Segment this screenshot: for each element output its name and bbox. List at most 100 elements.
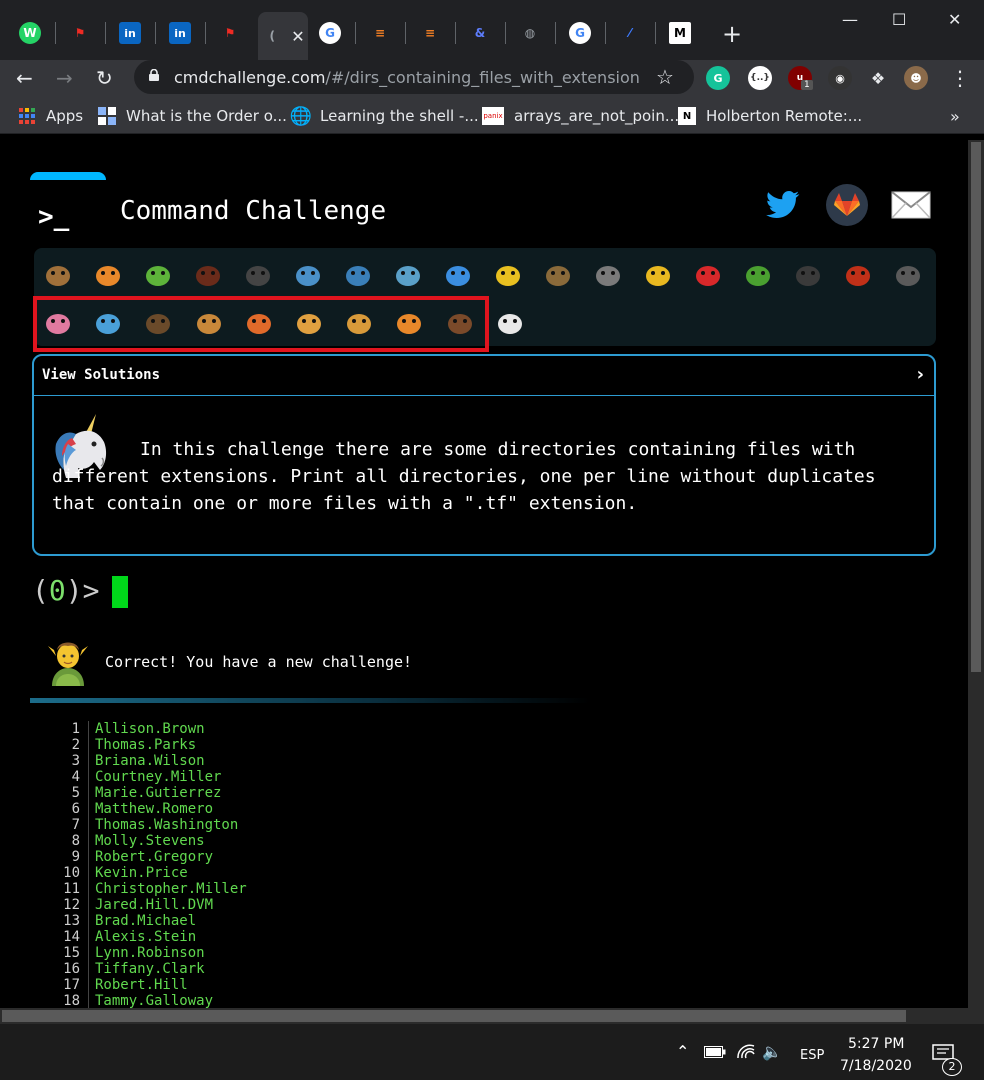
clock-time[interactable]: 5:27 PM	[848, 1036, 904, 1052]
horizontal-scrollbar-thumb[interactable]	[2, 1010, 906, 1022]
tab-redhat[interactable]: ⚑	[206, 14, 254, 52]
dolphin-icon[interactable]	[390, 256, 426, 292]
bee-icon[interactable]	[640, 256, 676, 292]
tab-globe[interactable]: ◍	[506, 14, 554, 52]
directory-name: Christopher.Miller	[95, 881, 247, 897]
tab-stackoverflow[interactable]: ≡	[406, 14, 454, 52]
output-line: 3 Briana.Wilson	[30, 753, 247, 769]
view-solutions-label[interactable]: View Solutions	[42, 367, 160, 383]
divider	[30, 698, 590, 703]
medium-favicon-icon: M	[669, 22, 691, 44]
fly-icon[interactable]	[890, 256, 926, 292]
minimize-icon[interactable]: —	[842, 10, 858, 29]
bookmark-learning-shell[interactable]: 🌐 Learning the shell -...	[290, 106, 479, 127]
shark-icon[interactable]	[340, 256, 376, 292]
volume-icon[interactable]: 🔈	[762, 1042, 782, 1061]
browser-toolbar: ← → ↻ cmdchallenge.com/#/dirs_containing…	[0, 60, 984, 100]
tab-redhat[interactable]: ⚑	[56, 14, 104, 52]
bookmark-holberton[interactable]: N Holberton Remote:...	[678, 107, 862, 125]
directory-name: Molly.Stevens	[95, 833, 205, 849]
clock-date[interactable]: 7/18/2020	[840, 1058, 912, 1074]
gutter-line	[88, 961, 89, 977]
directory-name: Kevin.Price	[95, 865, 188, 881]
google-favicon-icon: G	[319, 22, 341, 44]
line-number: 18	[63, 993, 80, 1008]
twitter-icon[interactable]	[762, 184, 804, 226]
url-text[interactable]: cmdchallenge.com/#/dirs_containing_files…	[174, 68, 640, 87]
forward-icon[interactable]: →	[56, 66, 73, 90]
spider-web-icon[interactable]	[240, 256, 276, 292]
output-line: 13 Brad.Michael	[30, 913, 247, 929]
email-icon[interactable]	[890, 184, 932, 226]
back-icon[interactable]: ←	[16, 66, 33, 90]
butterfly-icon[interactable]	[90, 256, 126, 292]
blowfish-icon[interactable]	[540, 256, 576, 292]
logo[interactable]: >_	[38, 202, 69, 232]
bookmarks-more-button[interactable]: »	[950, 107, 960, 126]
tropical-fish-icon[interactable]	[490, 256, 526, 292]
fish-icon[interactable]	[440, 256, 476, 292]
profile-avatar[interactable]: ☻	[904, 66, 928, 90]
bookmark-arrays[interactable]: panix arrays_are_not_poin...	[482, 107, 679, 125]
whale-icon[interactable]	[290, 256, 326, 292]
grammarly-icon[interactable]: G	[706, 66, 730, 90]
unicorn-icon[interactable]	[492, 304, 528, 340]
menu-kebab-icon[interactable]: ⋮	[950, 66, 970, 90]
ladybug-icon[interactable]	[690, 256, 726, 292]
wifi-icon[interactable]	[736, 1044, 756, 1064]
grid-favicon-icon	[98, 107, 116, 125]
scorpion-icon[interactable]	[840, 256, 876, 292]
line-number: 6	[71, 801, 80, 817]
tab-linkedin[interactable]: in	[156, 14, 204, 52]
battery-icon[interactable]	[704, 1046, 726, 1062]
directory-name: Robert.Hill	[95, 977, 188, 993]
tab-linkedin[interactable]: in	[106, 14, 154, 52]
json-extension-icon[interactable]: {..}	[748, 66, 772, 90]
bookmark-star-icon[interactable]: ☆	[656, 65, 674, 89]
caterpillar-icon[interactable]	[140, 256, 176, 292]
language-indicator[interactable]: ESP	[800, 1048, 824, 1063]
chevron-up-icon[interactable]: ⌃	[676, 1042, 689, 1061]
gitlab-icon[interactable]	[826, 184, 868, 226]
tab-whatsapp[interactable]: W	[6, 14, 54, 52]
spy-extension-icon[interactable]: ◉	[828, 66, 852, 90]
gutter-line	[88, 753, 89, 769]
url-host: cmdchallenge.com	[174, 68, 326, 87]
vertical-scrollbar-thumb[interactable]	[971, 142, 981, 672]
stackoverflow-favicon-icon: ≡	[374, 26, 386, 40]
directory-name: Jared.Hill.DVM	[95, 897, 214, 913]
command-input-cursor[interactable]	[112, 576, 128, 608]
address-bar[interactable]: cmdchallenge.com/#/dirs_containing_files…	[134, 60, 694, 94]
gutter-line	[88, 833, 89, 849]
new-tab-button[interactable]: +	[722, 20, 742, 48]
tab-slash[interactable]: ⁄	[606, 14, 654, 52]
bookmark-apps[interactable]: Apps	[18, 107, 83, 125]
view-solutions-header[interactable]: View Solutions ›	[34, 356, 934, 396]
bookmark-label: arrays_are_not_poin...	[514, 107, 680, 125]
chevron-right-icon[interactable]: ›	[917, 364, 924, 385]
tab-active[interactable]: (✕	[258, 12, 308, 60]
output-line: 5 Marie.Gutierrez	[30, 785, 247, 801]
close-window-icon[interactable]: ✕	[948, 10, 961, 29]
ant-icon[interactable]	[190, 256, 226, 292]
line-number: 16	[63, 961, 80, 977]
tab-medium[interactable]: M	[656, 14, 704, 52]
reload-icon[interactable]: ↻	[96, 66, 113, 90]
tab-google[interactable]: G	[306, 14, 354, 52]
tab-close-icon[interactable]: ✕	[291, 27, 304, 46]
maximize-icon[interactable]: ☐	[892, 10, 906, 29]
puzzle-icon[interactable]: ❖	[866, 66, 890, 90]
snail-icon[interactable]	[40, 256, 76, 292]
tab-regex[interactable]: &	[456, 14, 504, 52]
spider-icon[interactable]	[790, 256, 826, 292]
bookmark-order[interactable]: What is the Order o...	[98, 107, 287, 125]
tab-stackoverflow[interactable]: ≡	[356, 14, 404, 52]
cricket-icon[interactable]	[740, 256, 776, 292]
redhat-favicon-icon: ⚑	[74, 26, 86, 40]
wolf-icon[interactable]	[590, 256, 626, 292]
gutter-line	[88, 929, 89, 945]
apps-grid-icon	[18, 107, 36, 125]
directory-name: Allison.Brown	[95, 721, 205, 737]
tab-google[interactable]: G	[556, 14, 604, 52]
directory-name: Thomas.Washington	[95, 817, 239, 833]
